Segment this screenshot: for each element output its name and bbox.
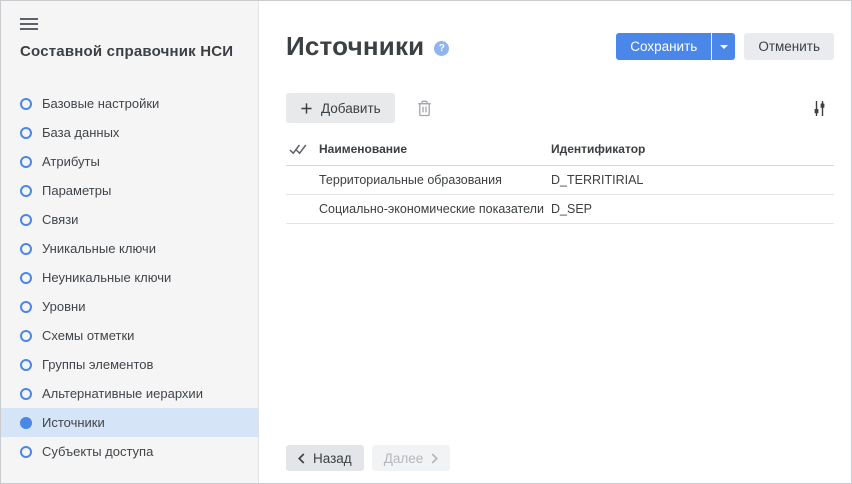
page-title: Источники [286,31,424,62]
column-header-id[interactable]: Идентификатор [551,142,834,156]
radio-selected-icon [20,417,32,429]
plus-icon [300,102,313,115]
table-header-row: Наименование Идентификатор [286,133,834,166]
radio-icon [20,272,32,284]
table-row[interactable]: Социально-экономические показателиD_SEP [286,195,834,224]
menu-icon[interactable] [20,18,38,30]
help-icon[interactable]: ? [434,41,449,56]
sidebar-item-label: Схемы отметки [42,328,134,343]
add-button[interactable]: Добавить [286,93,395,123]
back-button-label: Назад [313,451,352,466]
sidebar-item[interactable]: Неуникальные ключи [1,263,258,292]
select-all-cell[interactable] [286,143,319,156]
sidebar-title: Составной справочник НСИ [20,42,239,62]
row-id: D_TERRITIRIAL [551,173,834,187]
sidebar-item[interactable]: Схемы отметки [1,321,258,350]
wizard-footer: Назад Далее [286,445,450,471]
sidebar: Составной справочник НСИ Базовые настрой… [1,1,259,483]
sources-table: Наименование Идентификатор Территориальн… [286,133,834,224]
sidebar-item[interactable]: Группы элементов [1,350,258,379]
radio-icon [20,301,32,313]
toolbar: Добавить [286,93,834,123]
sidebar-item[interactable]: Параметры [1,176,258,205]
settings-button[interactable] [812,99,827,118]
row-id: D_SEP [551,202,834,216]
sidebar-item[interactable]: Атрибуты [1,147,258,176]
next-button-label: Далее [384,451,424,466]
sidebar-item[interactable]: Источники [1,408,258,437]
sidebar-item-label: Уровни [42,299,85,314]
chevron-left-icon [298,453,305,464]
double-check-icon [289,143,307,156]
radio-icon [20,214,32,226]
main-header: Источники ? Сохранить Отменить [259,1,851,62]
sidebar-item[interactable]: База данных [1,118,258,147]
radio-icon [20,243,32,255]
delete-button[interactable] [417,100,432,117]
save-button[interactable]: Сохранить [616,33,711,60]
radio-icon [20,98,32,110]
column-header-name[interactable]: Наименование [319,142,551,156]
page-title-wrap: Источники ? [286,31,449,62]
sidebar-item[interactable]: Уникальные ключи [1,234,258,263]
radio-icon [20,359,32,371]
sidebar-item-label: База данных [42,125,119,140]
save-options-button[interactable] [711,33,735,60]
radio-icon [20,185,32,197]
radio-icon [20,156,32,168]
sidebar-item-label: Неуникальные ключи [42,270,171,285]
chevron-right-icon [431,453,438,464]
main-panel: Источники ? Сохранить Отменить Добавить [259,1,851,483]
caret-down-icon [720,45,728,49]
sidebar-item-label: Связи [42,212,78,227]
sidebar-item[interactable]: Связи [1,205,258,234]
app-window: Составной справочник НСИ Базовые настрой… [0,0,852,484]
table-row[interactable]: Территориальные образованияD_TERRITIRIAL [286,166,834,195]
row-name: Территориальные образования [319,173,551,187]
sidebar-item[interactable]: Субъекты доступа [1,437,258,466]
sidebar-item[interactable]: Уровни [1,292,258,321]
next-button[interactable]: Далее [372,445,451,471]
sidebar-item-label: Источники [42,415,105,430]
sidebar-item-label: Параметры [42,183,111,198]
sidebar-item-label: Альтернативные иерархии [42,386,203,401]
sidebar-item[interactable]: Базовые настройки [1,89,258,118]
back-button[interactable]: Назад [286,445,364,471]
sidebar-item-label: Уникальные ключи [42,241,156,256]
sidebar-item-label: Группы элементов [42,357,153,372]
sidebar-item-label: Базовые настройки [42,96,159,111]
sidebar-item-label: Субъекты доступа [42,444,153,459]
radio-icon [20,127,32,139]
row-name: Социально-экономические показатели [319,202,551,216]
table-body: Территориальные образованияD_TERRITIRIAL… [286,166,834,224]
sidebar-item-label: Атрибуты [42,154,100,169]
add-button-label: Добавить [321,101,381,116]
radio-icon [20,330,32,342]
sidebar-item[interactable]: Альтернативные иерархии [1,379,258,408]
tune-sliders-icon [812,99,827,118]
radio-icon [20,446,32,458]
sidebar-nav: Базовые настройки База данных Атрибуты Пара… [1,89,258,466]
cancel-button[interactable]: Отменить [744,33,834,60]
radio-icon [20,388,32,400]
header-actions: Сохранить Отменить [616,33,834,60]
trash-icon [417,100,432,117]
